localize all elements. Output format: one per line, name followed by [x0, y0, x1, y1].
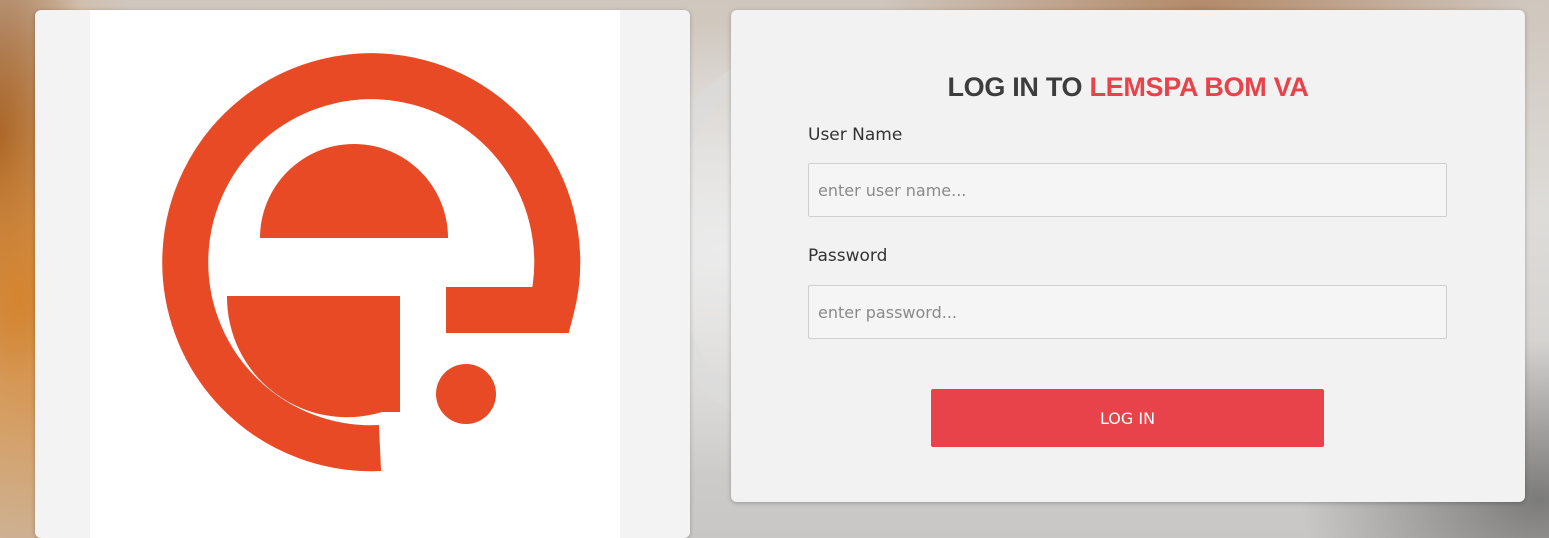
login-panel: LOG IN TO LEMSPA BOM VA User Name Passwo…: [731, 10, 1525, 502]
login-button[interactable]: LOG IN: [931, 389, 1324, 447]
username-input[interactable]: [808, 163, 1447, 217]
login-title-brand: LEMSPA BOM VA: [1089, 72, 1309, 102]
logo-panel: [35, 10, 690, 538]
password-label: Password: [808, 246, 888, 266]
brand-logo-icon: [162, 53, 581, 472]
logo-dot: [436, 364, 496, 424]
login-title-prefix: LOG IN TO: [947, 72, 1090, 102]
logo-canvas: [90, 10, 620, 538]
username-label: User Name: [808, 125, 903, 145]
logo-e-bowl: [260, 144, 448, 238]
login-title: LOG IN TO LEMSPA BOM VA: [731, 72, 1525, 103]
password-input[interactable]: [808, 285, 1447, 339]
